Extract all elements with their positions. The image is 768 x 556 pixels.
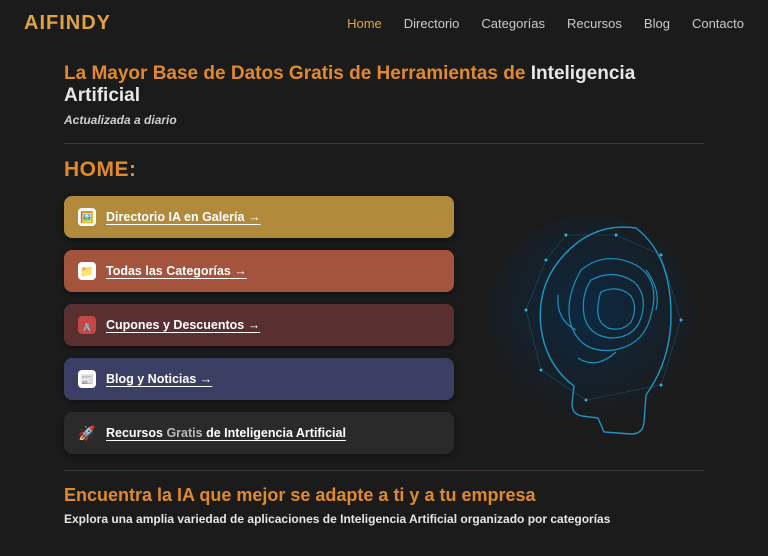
brain-head-icon <box>486 200 696 450</box>
btn-label: Cupones y Descuentos → <box>106 318 260 332</box>
brain-illustration <box>478 196 704 450</box>
rocket-icon: 🚀 <box>78 424 96 442</box>
btn-label: Recursos Gratis de Inteligencia Artifici… <box>106 426 346 440</box>
site-logo[interactable]: AIFINDY <box>24 12 111 35</box>
home-row: 🖼️ Directorio IA en Galería → 📁 Todas la… <box>64 196 704 454</box>
hero-tagline: Actualizada a diario <box>64 113 704 127</box>
nav-link-contacto[interactable]: Contacto <box>692 16 744 31</box>
label-pre: Recursos <box>106 426 166 440</box>
hero-headline: La Mayor Base de Datos Gratis de Herrami… <box>64 63 704 107</box>
btn-blog[interactable]: 📰 Blog y Noticias → <box>64 358 454 400</box>
divider <box>64 143 704 144</box>
nav-link-directorio[interactable]: Directorio <box>404 16 460 31</box>
btn-categorias[interactable]: 📁 Todas las Categorías → <box>64 250 454 292</box>
hero-headline-pre: La Mayor Base de Datos Gratis de Herrami… <box>64 63 531 84</box>
find-section-subtitle: Explora una amplia variedad de aplicacio… <box>64 512 704 526</box>
home-section-title: HOME: <box>64 158 704 182</box>
nav-link-blog[interactable]: Blog <box>644 16 670 31</box>
btn-cupones[interactable]: ✂️ Cupones y Descuentos → <box>64 304 454 346</box>
nav-link-recursos[interactable]: Recursos <box>567 16 622 31</box>
home-buttons: 🖼️ Directorio IA en Galería → 📁 Todas la… <box>64 196 454 454</box>
scissors-icon: ✂️ <box>78 316 96 334</box>
nav-link-home[interactable]: Home <box>347 16 382 31</box>
btn-label: Todas las Categorías → <box>106 264 247 278</box>
btn-label: Blog y Noticias → <box>106 372 212 386</box>
site-header: AIFINDY Home Directorio Categorías Recur… <box>0 0 768 45</box>
btn-recursos[interactable]: 🚀 Recursos Gratis de Inteligencia Artifi… <box>64 412 454 454</box>
gallery-icon: 🖼️ <box>78 208 96 226</box>
nav-link-categorias[interactable]: Categorías <box>481 16 545 31</box>
btn-directorio-galeria[interactable]: 🖼️ Directorio IA en Galería → <box>64 196 454 238</box>
divider <box>64 470 704 471</box>
find-section-title: Encuentra la IA que mejor se adapte a ti… <box>64 485 704 506</box>
folder-icon: 📁 <box>78 262 96 280</box>
label-post: de Inteligencia Artificial <box>203 426 346 440</box>
page-content: La Mayor Base de Datos Gratis de Herrami… <box>0 63 768 556</box>
btn-label: Directorio IA en Galería → <box>106 210 260 224</box>
news-icon: 📰 <box>78 370 96 388</box>
main-nav: Home Directorio Categorías Recursos Blog… <box>347 16 744 31</box>
label-mid: Gratis <box>166 426 202 440</box>
